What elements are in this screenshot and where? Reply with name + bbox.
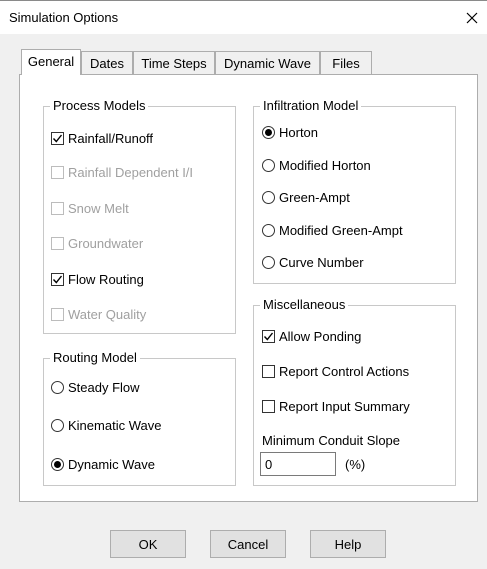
checkbox-box <box>262 330 275 343</box>
slope-unit-label: (%) <box>345 457 366 472</box>
radio-circle <box>51 381 64 394</box>
tab-time-steps[interactable]: Time Steps <box>133 51 215 75</box>
radio-circle <box>262 256 275 269</box>
help-button[interactable]: Help <box>310 530 386 558</box>
radio-label: Curve Number <box>279 255 364 270</box>
checkbox-label: Flow Routing <box>68 272 144 287</box>
radio-circle <box>262 159 275 172</box>
tab-dynamic-wave[interactable]: Dynamic Wave <box>215 51 320 75</box>
flow-routing-checkbox[interactable]: Flow Routing <box>51 272 144 287</box>
radio-circle <box>51 458 64 471</box>
miscellaneous-legend: Miscellaneous <box>260 297 349 313</box>
radio-circle <box>262 224 275 237</box>
checkbox-box <box>51 308 64 321</box>
dynamic-wave-radio[interactable]: Dynamic Wave <box>51 457 155 472</box>
radio-dot <box>54 461 61 468</box>
checkbox-label: Rainfall/Runoff <box>68 131 154 146</box>
radio-label: Steady Flow <box>68 380 140 395</box>
min-conduit-slope-label: Minimum Conduit Slope <box>262 433 401 448</box>
report-input-summary-checkbox[interactable]: Report Input Summary <box>262 399 410 414</box>
radio-dot <box>265 129 272 136</box>
allow-ponding-checkbox[interactable]: Allow Ponding <box>262 329 361 344</box>
rainfall-runoff-checkbox[interactable]: Rainfall/Runoff <box>51 131 153 146</box>
radio-label: Dynamic Wave <box>68 457 155 472</box>
checkbox-box <box>51 132 64 145</box>
checkbox-box <box>262 400 275 413</box>
groundwater-checkbox: Groundwater <box>51 236 143 251</box>
radio-label: Modified Green-Ampt <box>279 223 403 238</box>
tab-label: Files <box>332 56 360 71</box>
ok-button[interactable]: OK <box>110 530 186 558</box>
radio-label: Horton <box>279 125 319 140</box>
checkbox-label: Groundwater <box>68 236 144 251</box>
horton-radio[interactable]: Horton <box>262 125 318 140</box>
tab-files[interactable]: Files <box>320 51 372 75</box>
checkmark-icon <box>52 275 63 284</box>
min-conduit-slope-input[interactable] <box>260 452 336 476</box>
title-bar: Simulation Options <box>0 0 487 34</box>
close-button[interactable] <box>457 1 487 35</box>
modified-green-ampt-radio[interactable]: Modified Green-Ampt <box>262 223 403 238</box>
cancel-button[interactable]: Cancel <box>210 530 286 558</box>
tab-label: General <box>27 54 75 69</box>
modified-horton-radio[interactable]: Modified Horton <box>262 158 371 173</box>
tab-label: Dynamic Wave <box>224 56 311 71</box>
tab-general[interactable]: General <box>21 49 81 75</box>
rainfall-dependent-ii-checkbox: Rainfall Dependent I/I <box>51 165 193 180</box>
routing-model-legend: Routing Model <box>50 350 140 366</box>
radio-label: Green-Ampt <box>279 190 350 205</box>
checkbox-label: Allow Ponding <box>279 329 362 344</box>
checkbox-label: Rainfall Dependent I/I <box>68 165 194 180</box>
radio-label: Kinematic Wave <box>68 418 162 433</box>
checkbox-label: Report Control Actions <box>279 364 410 379</box>
checkbox-label: Snow Melt <box>68 201 129 216</box>
checkbox-box <box>51 273 64 286</box>
tab-dates[interactable]: Dates <box>81 51 133 75</box>
tab-label: Dates <box>90 56 124 71</box>
checkbox-box <box>262 365 275 378</box>
tab-label: Time Steps <box>141 56 207 71</box>
checkmark-icon <box>52 134 63 143</box>
report-control-actions-checkbox[interactable]: Report Control Actions <box>262 364 409 379</box>
checkbox-label: Report Input Summary <box>279 399 410 414</box>
infiltration-model-legend: Infiltration Model <box>260 98 362 114</box>
checkbox-box <box>51 202 64 215</box>
checkbox-box <box>51 166 64 179</box>
window-title: Simulation Options <box>9 10 119 25</box>
radio-circle <box>262 126 275 139</box>
checkmark-icon <box>263 332 274 341</box>
green-ampt-radio[interactable]: Green-Ampt <box>262 190 350 205</box>
radio-circle <box>51 419 64 432</box>
snow-melt-checkbox: Snow Melt <box>51 201 129 216</box>
checkbox-box <box>51 237 64 250</box>
water-quality-checkbox: Water Quality <box>51 307 146 322</box>
radio-label: Modified Horton <box>279 158 371 173</box>
kinematic-wave-radio[interactable]: Kinematic Wave <box>51 418 161 433</box>
curve-number-radio[interactable]: Curve Number <box>262 255 364 270</box>
steady-flow-radio[interactable]: Steady Flow <box>51 380 140 395</box>
checkbox-label: Water Quality <box>68 307 147 322</box>
radio-circle <box>262 191 275 204</box>
process-models-legend: Process Models <box>50 98 149 114</box>
close-icon <box>466 12 478 24</box>
